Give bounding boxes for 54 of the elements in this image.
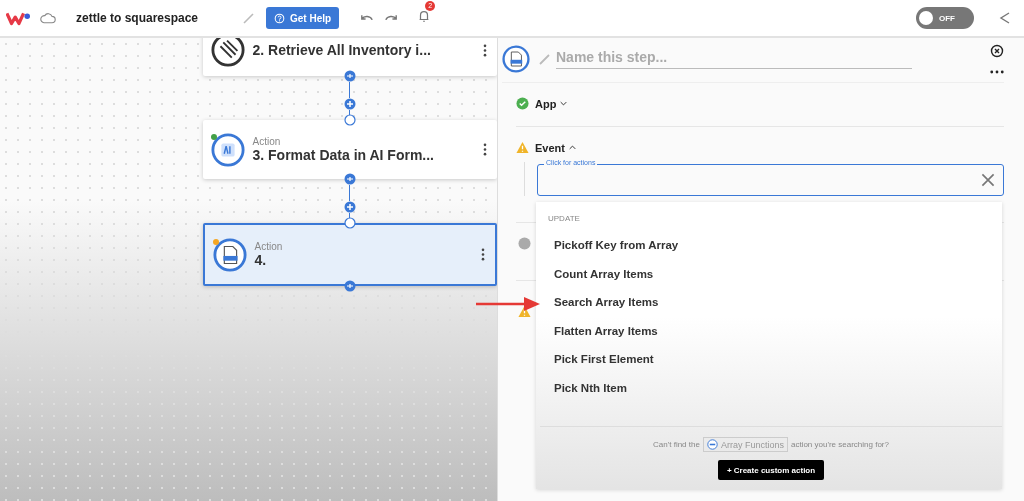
create-custom-action-button[interactable]: + Create custom action xyxy=(717,460,825,480)
add-step-icon[interactable] xyxy=(343,201,356,213)
more-icon[interactable] xyxy=(480,248,485,261)
file-icon xyxy=(212,237,247,272)
check-circle-icon xyxy=(516,97,529,110)
chevron-icon xyxy=(568,145,576,150)
connector-node-icon[interactable] xyxy=(343,217,356,229)
step-type-label: Action xyxy=(252,136,282,147)
action-option[interactable]: Pick Nth Item xyxy=(536,373,1002,402)
section-toggle[interactable]: App xyxy=(535,97,568,110)
share-icon[interactable] xyxy=(998,11,1012,25)
group-heading: UPDATE xyxy=(547,213,581,225)
action-option[interactable]: Count Array Items xyxy=(536,259,1002,288)
warning-icon xyxy=(516,141,529,154)
add-step-icon[interactable] xyxy=(343,98,356,110)
action-option[interactable]: Search Array Items xyxy=(536,288,1002,317)
app-chip: Array Functions xyxy=(702,437,788,452)
section-toggle[interactable]: Event xyxy=(535,141,576,154)
step-card[interactable]: Action 4. xyxy=(202,223,497,286)
step-title: 3. Format Data in AI Form... xyxy=(252,147,435,163)
action-option[interactable]: Pick First Element xyxy=(536,345,1002,374)
step-title: 2. Retrieve All Inventory i... xyxy=(252,42,432,58)
step-name-field[interactable]: Name this step... xyxy=(556,49,912,69)
help-icon xyxy=(274,12,285,24)
more-icon[interactable] xyxy=(990,70,1004,74)
chevron-icon xyxy=(560,101,568,106)
hint-text: Can't find the xyxy=(653,440,700,449)
connector-node-icon[interactable] xyxy=(343,173,356,185)
cloud-icon xyxy=(40,11,56,25)
step-type-label: Action xyxy=(254,241,284,252)
connector-node-icon[interactable] xyxy=(343,70,356,82)
action-option[interactable]: Flatten Array Items xyxy=(536,316,1002,345)
ai-icon xyxy=(210,132,245,167)
action-option[interactable]: Pickoff Key from Array xyxy=(536,231,1002,260)
pointer-arrow xyxy=(476,296,540,312)
workflow-title: zettle to squarespace xyxy=(76,11,200,25)
get-help-button[interactable]: Get Help xyxy=(266,7,340,29)
step-title: 4. xyxy=(254,252,268,268)
logo-icon[interactable] xyxy=(6,10,30,26)
on-off-toggle[interactable]: OFF xyxy=(916,7,974,29)
warning-icon xyxy=(518,305,531,318)
pencil-icon xyxy=(538,52,552,66)
more-icon[interactable] xyxy=(482,143,487,156)
connector-node-icon[interactable] xyxy=(343,114,356,126)
more-icon[interactable] xyxy=(482,43,487,57)
hint-text: action you're searching for? xyxy=(790,440,889,449)
clear-icon[interactable] xyxy=(981,173,995,187)
app-icon xyxy=(706,439,718,450)
step-card[interactable]: Action 3. Format Data in AI Form... xyxy=(202,120,497,179)
close-icon[interactable] xyxy=(990,44,1004,58)
step-number-icon xyxy=(518,237,531,250)
file-icon xyxy=(502,45,530,73)
step-card[interactable]: 2. Retrieve All Inventory i... xyxy=(202,38,497,76)
connector-node-icon[interactable] xyxy=(343,280,356,292)
